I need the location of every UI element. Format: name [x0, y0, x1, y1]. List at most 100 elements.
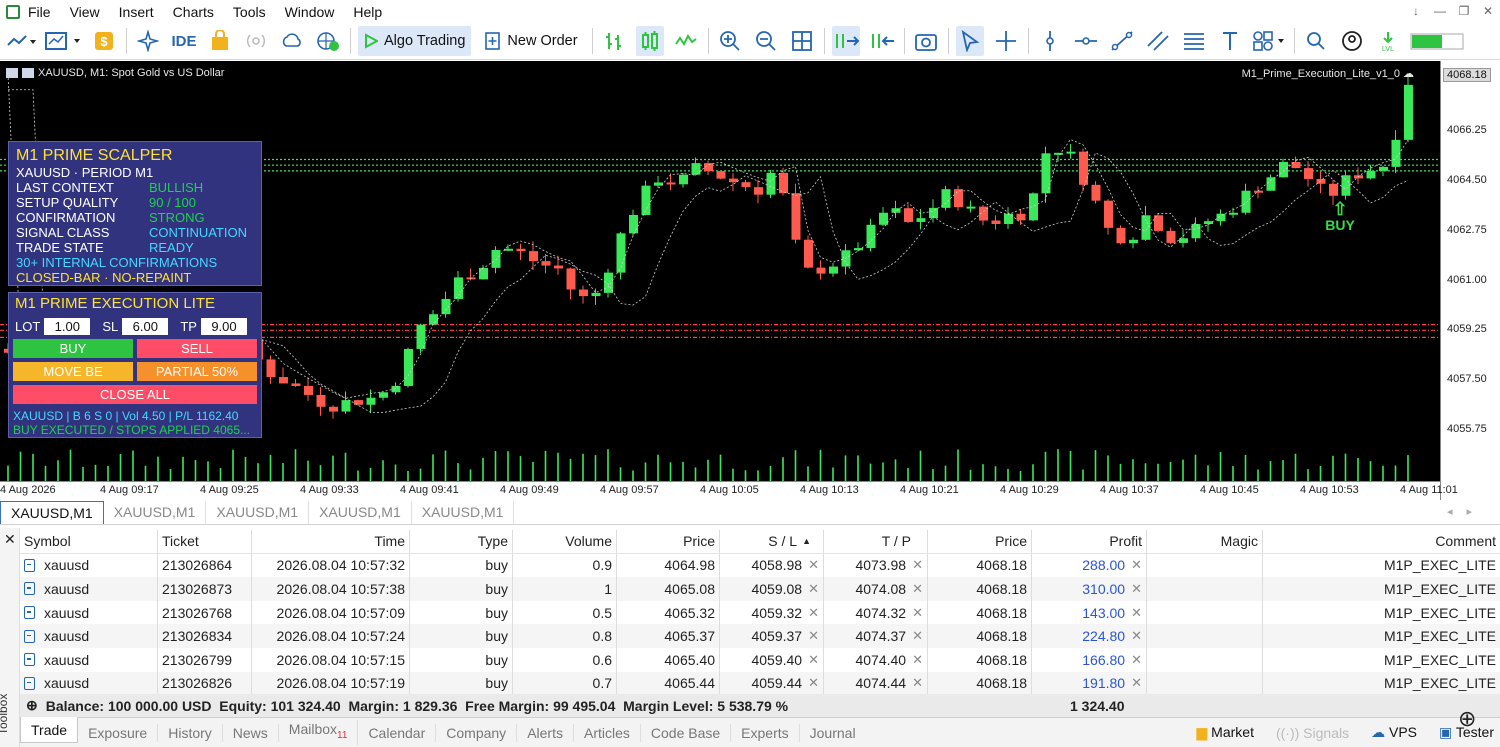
close-toolbox-icon[interactable]: ✕	[4, 531, 16, 548]
cell-tp[interactable]: 4074.44 ✕	[823, 671, 927, 696]
cloud-icon[interactable]	[278, 26, 306, 56]
tab-news[interactable]: News	[223, 723, 279, 742]
buy-button[interactable]: BUY	[13, 339, 133, 358]
crosshair-icon[interactable]	[992, 26, 1020, 56]
templates-icon[interactable]	[44, 26, 82, 56]
remove-profit-icon[interactable]: ✕	[1131, 652, 1142, 668]
cell-tp[interactable]: 4073.98 ✕	[823, 553, 927, 578]
tab-journal[interactable]: Journal	[800, 724, 866, 742]
remove-sl-icon[interactable]: ✕	[808, 557, 819, 573]
col-price[interactable]: Price	[616, 530, 719, 553]
horizontal-line-icon[interactable]	[1072, 26, 1100, 56]
globe-add-icon[interactable]	[314, 26, 342, 56]
chart-tab[interactable]: XAUUSD,M1	[309, 501, 412, 524]
col-magic[interactable]: Magic	[1146, 530, 1262, 553]
menu-file[interactable]: File	[28, 4, 70, 20]
tab-exposure[interactable]: Exposure	[78, 723, 159, 742]
search-icon[interactable]	[1302, 26, 1330, 56]
chart-tab[interactable]: XAUUSD,M1	[412, 501, 515, 524]
channel-icon[interactable]	[1144, 26, 1172, 56]
cell-tp[interactable]: 4074.08 ✕	[823, 577, 927, 601]
remove-profit-icon[interactable]: ✕	[1131, 605, 1142, 621]
remove-sl-icon[interactable]: ✕	[808, 652, 819, 668]
close-all-button[interactable]: CLOSE ALL	[13, 385, 257, 404]
cell-sl[interactable]: 4059.40 ✕	[719, 647, 823, 672]
col-profit[interactable]: Profit	[1031, 530, 1146, 553]
table-row[interactable]: xauusd 213026799 2026.08.04 10:57:15 buy 0.6…	[20, 647, 1500, 672]
menu-view[interactable]: View	[70, 4, 119, 20]
menu-insert[interactable]: Insert	[119, 4, 173, 20]
col-time[interactable]: Time	[251, 530, 409, 553]
price-axis[interactable]: 4068.18 4066.25 4064.50 4062.75 4061.00 …	[1440, 61, 1500, 500]
vps-button[interactable]: ☁ VPS	[1371, 724, 1417, 741]
menu-tools[interactable]: Tools	[233, 4, 285, 20]
cell-profit[interactable]: 224.80 ✕	[1031, 624, 1146, 648]
cell-tp[interactable]: 4074.40 ✕	[823, 647, 927, 672]
remove-sl-icon[interactable]: ✕	[808, 675, 819, 691]
zoom-magnifier-icon[interactable]: ⊕	[1458, 706, 1476, 732]
ide-button[interactable]: IDE	[170, 26, 198, 56]
new-order-button[interactable]: New Order	[479, 26, 583, 56]
col-current-price[interactable]: Price	[927, 530, 1031, 553]
cell-profit[interactable]: 143.00 ✕	[1031, 600, 1146, 625]
zoom-in-icon[interactable]	[716, 26, 744, 56]
level-icon[interactable]: LVL	[1374, 26, 1402, 56]
cell-profit[interactable]: 191.80 ✕	[1031, 671, 1146, 696]
tab-history[interactable]: History	[158, 723, 223, 742]
table-row[interactable]: xauusd 213026864 2026.08.04 10:57:32 buy 0.9…	[20, 553, 1500, 578]
market-button[interactable]: ▆ Market	[1197, 724, 1254, 741]
time-axis[interactable]: 4 Aug 2026 4 Aug 09:17 4 Aug 09:25 4 Aug…	[0, 481, 1458, 500]
download-icon[interactable]: ↓	[1404, 0, 1428, 23]
shapes-icon[interactable]	[1252, 26, 1286, 56]
remove-profit-icon[interactable]: ✕	[1131, 675, 1142, 691]
algo-trading-button[interactable]: Algo Trading	[358, 26, 472, 56]
grid-icon[interactable]	[788, 26, 816, 56]
col-symbol[interactable]: Symbol	[20, 530, 157, 553]
partial-close-button[interactable]: PARTIAL 50%	[137, 362, 257, 381]
signal-icon[interactable]	[242, 26, 270, 56]
cell-sl[interactable]: 4059.44 ✕	[719, 671, 823, 696]
tab-alerts[interactable]: Alerts	[517, 723, 574, 742]
candlestick-icon[interactable]	[635, 26, 664, 56]
remove-profit-icon[interactable]: ✕	[1131, 581, 1142, 597]
minimize-button[interactable]: —	[1428, 0, 1452, 23]
chart-shift-icon[interactable]	[868, 26, 896, 56]
remove-tp-icon[interactable]: ✕	[912, 652, 923, 668]
remove-profit-icon[interactable]: ✕	[1131, 628, 1142, 644]
tab-experts[interactable]: Experts	[731, 723, 800, 742]
menu-charts[interactable]: Charts	[173, 4, 233, 20]
chart-bars-icon[interactable]	[22, 68, 34, 78]
signals-button[interactable]: ((·)) Signals	[1276, 725, 1349, 741]
menu-help[interactable]: Help	[353, 4, 401, 20]
cell-sl[interactable]: 4059.32 ✕	[719, 600, 823, 625]
move-be-button[interactable]: MOVE BE	[13, 362, 133, 381]
price-chart[interactable]: XAUUSD, M1: Spot Gold vs US Dollar M1_Pr…	[0, 61, 1500, 500]
remove-tp-icon[interactable]: ✕	[912, 675, 923, 691]
table-row[interactable]: xauusd 213026826 2026.08.04 10:57:19 buy 0.7…	[20, 671, 1500, 696]
cell-tp[interactable]: 4074.37 ✕	[823, 624, 927, 648]
col-sl[interactable]: S / L ▲	[719, 530, 823, 553]
cell-sl[interactable]: 4059.08 ✕	[719, 577, 823, 601]
remove-sl-icon[interactable]: ✕	[808, 605, 819, 621]
fibonacci-icon[interactable]	[1180, 26, 1208, 56]
chart-tab[interactable]: XAUUSD,M1	[104, 501, 207, 524]
vertical-line-icon[interactable]	[1036, 26, 1064, 56]
expand-icon[interactable]: ⊕	[26, 697, 38, 714]
remove-tp-icon[interactable]: ✕	[912, 581, 923, 597]
remove-sl-icon[interactable]: ✕	[808, 628, 819, 644]
zoom-out-icon[interactable]	[752, 26, 780, 56]
col-tp[interactable]: T / P	[823, 530, 927, 553]
chart-tab[interactable]: XAUUSD,M1	[206, 501, 310, 524]
screenshot-icon[interactable]	[912, 26, 940, 56]
tab-calendar[interactable]: Calendar	[358, 723, 437, 742]
cell-tp[interactable]: 4074.32 ✕	[823, 600, 927, 625]
cell-profit[interactable]: 288.00 ✕	[1031, 553, 1146, 578]
market-bag-icon[interactable]	[206, 26, 234, 56]
remove-tp-icon[interactable]: ✕	[912, 628, 923, 644]
cell-sl[interactable]: 4059.37 ✕	[719, 624, 823, 648]
remove-sl-icon[interactable]: ✕	[808, 581, 819, 597]
tab-company[interactable]: Company	[436, 723, 518, 742]
toolbox-label[interactable]: Toolbox	[0, 694, 10, 735]
col-type[interactable]: Type	[409, 530, 512, 553]
close-button[interactable]: ✕	[1476, 0, 1500, 23]
